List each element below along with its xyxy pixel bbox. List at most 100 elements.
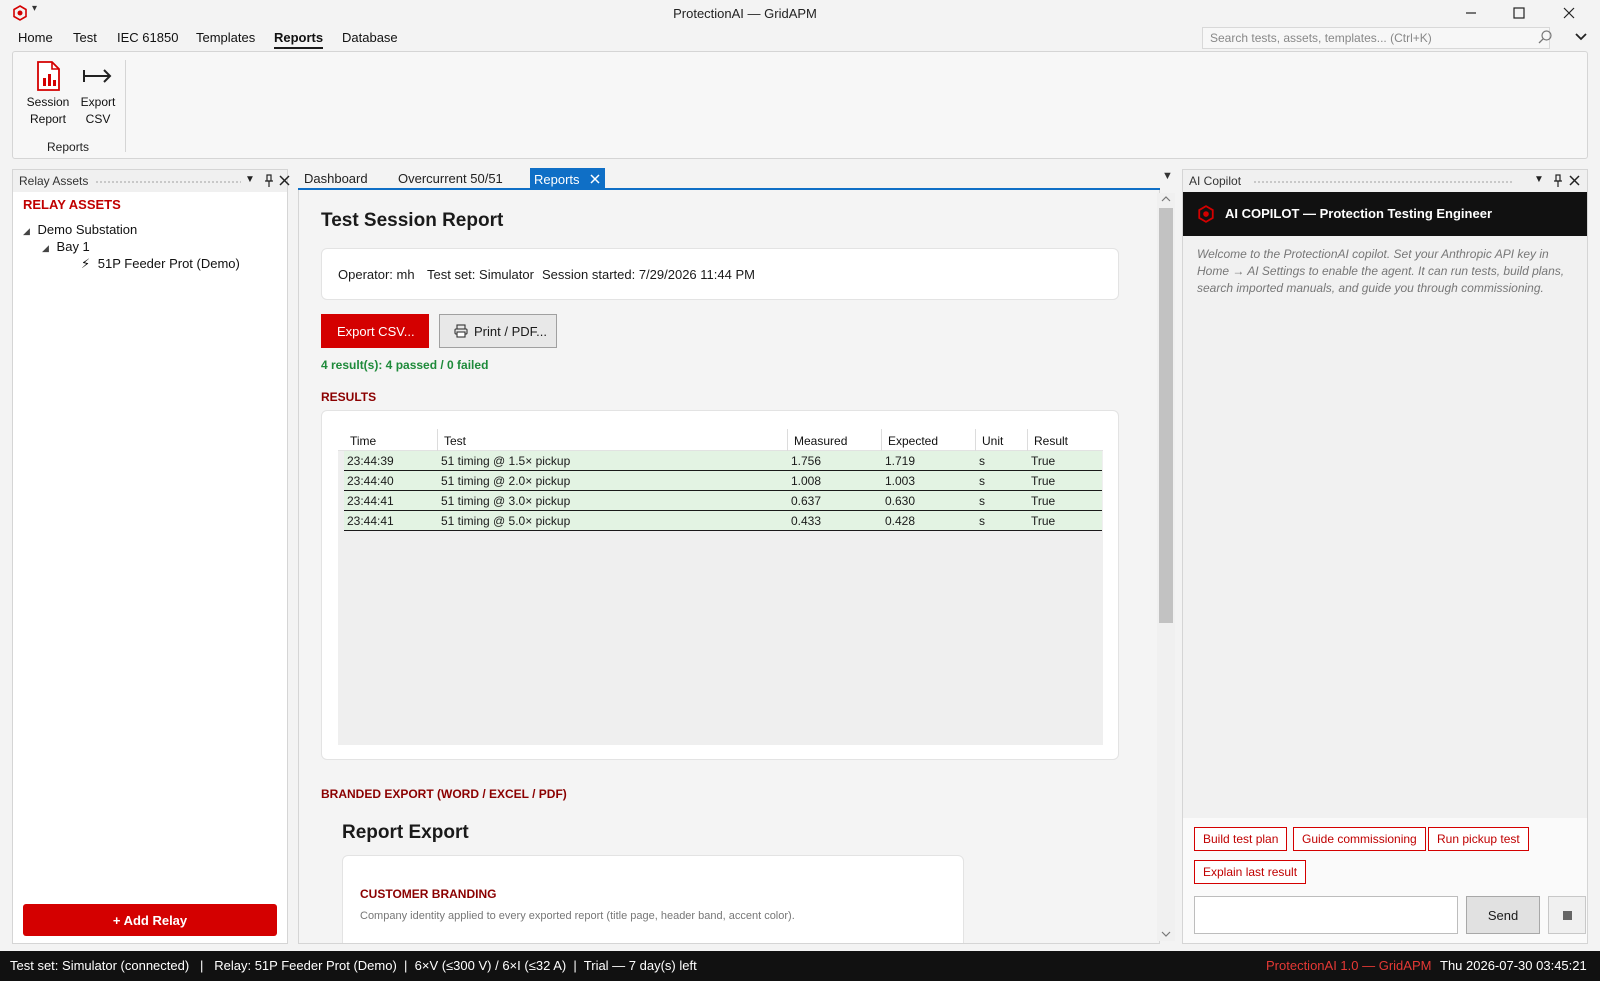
cell-result: True [1031,454,1056,468]
cell-expected: 0.630 [885,494,916,508]
menu-test[interactable]: Test [73,30,97,45]
cell-unit: s [979,494,985,508]
global-search-input[interactable]: Search tests, assets, templates... (Ctrl… [1202,27,1550,49]
menu-home[interactable]: Home [18,30,53,45]
col-test[interactable]: Test [438,429,788,451]
cell-measured: 0.637 [791,494,822,508]
ribbon: Session Report Export CSV Reports [12,51,1588,159]
tab-dashboard[interactable]: Dashboard [304,171,368,186]
cell-time: 23:44:41 [347,494,394,508]
close-window-button[interactable] [1546,0,1592,26]
cell-expected: 1.003 [885,474,916,488]
cell-unit: s [979,474,985,488]
tree-item-relay[interactable]: ⚡ 51P Feeder Prot (Demo) [81,256,240,272]
tab-reports[interactable]: Reports [530,168,605,190]
test-set-text: Test set: Simulator [427,267,534,282]
print-pdf-button[interactable]: Print / PDF... [439,314,557,348]
tree-item-bay[interactable]: ◢ Bay 1 [42,239,90,254]
session-report-label-2: Report [29,112,67,126]
expand-triangle-icon[interactable]: ◢ [42,243,49,253]
copilot-welcome-text: Welcome to the ProtectionAI copilot. Set… [1197,247,1565,295]
add-relay-button[interactable]: + Add Relay [23,904,277,936]
col-expected[interactable]: Expected [882,429,976,451]
customer-branding-description: Company identity applied to every export… [360,910,795,922]
minimize-icon [1466,12,1476,14]
send-button[interactable]: Send [1466,896,1540,934]
panel-grip[interactable] [95,180,241,184]
menu-iec-61850[interactable]: IEC 61850 [117,30,178,45]
minimize-button[interactable] [1448,0,1494,26]
substation-label: Demo Substation [37,222,138,237]
bolt-icon: ⚡ [81,256,91,271]
col-unit[interactable]: Unit [976,429,1028,451]
chip-guide-commissioning[interactable]: Guide commissioning [1293,827,1426,851]
cell-expected: 0.428 [885,514,916,528]
scrollbar-thumb[interactable] [1159,208,1173,623]
panel-grip[interactable] [1253,180,1513,184]
cell-result: True [1031,494,1056,508]
copilot-banner-title: AI COPILOT — Protection Testing Engineer [1225,206,1493,221]
maximize-button[interactable] [1496,0,1542,26]
menu-reports[interactable]: Reports [274,30,324,49]
grid-header: Time Test Measured Expected Unit Result [338,429,1103,451]
report-export-heading: Report Export [342,822,469,843]
cell-unit: s [979,454,985,468]
stop-button[interactable] [1548,896,1586,934]
scroll-down-icon[interactable] [1160,929,1172,939]
chip-build-test-plan[interactable]: Build test plan [1194,827,1288,851]
pin-icon[interactable] [1553,174,1563,188]
close-icon[interactable] [279,175,290,186]
chip-run-pickup-test[interactable]: Run pickup test [1428,827,1529,851]
cell-result: True [1031,514,1056,528]
panel-menu-icon[interactable]: ▼ [245,174,255,185]
cell-expected: 1.719 [885,454,916,468]
tree-item-substation[interactable]: ◢ Demo Substation [23,222,137,237]
cell-measured: 1.756 [791,454,822,468]
session-report-button[interactable]: Session Report [25,60,71,128]
search-icon[interactable] [1537,29,1553,45]
cell-test: 51 timing @ 2.0× pickup [441,474,571,488]
cell-test: 51 timing @ 5.0× pickup [441,514,571,528]
table-row[interactable]: 23:44:39 51 timing @ 1.5× pickup 1.756 1… [344,451,1102,471]
panel-menu-icon[interactable]: ▼ [1534,174,1544,185]
cell-time: 23:44:40 [347,474,394,488]
status-connection-info: Test set: Simulator (connected) | Relay:… [10,958,697,973]
expand-triangle-icon[interactable]: ◢ [23,226,30,236]
pin-icon[interactable] [264,174,274,188]
cell-result: True [1031,474,1056,488]
reports-content: Test Session Report Operator: mh Test se… [298,190,1160,944]
panel-title: Relay Assets [19,174,89,188]
col-measured[interactable]: Measured [788,429,882,451]
cell-test: 51 timing @ 1.5× pickup [441,454,571,468]
bay-label: Bay 1 [56,239,90,254]
menu-database[interactable]: Database [342,30,398,45]
customer-branding-heading: CUSTOMER BRANDING [360,887,497,901]
chevron-down-icon[interactable] [1574,31,1588,43]
col-time[interactable]: Time [344,429,438,451]
copilot-message-input[interactable] [1194,896,1458,934]
export-arrow-icon [83,69,112,83]
cell-time: 23:44:41 [347,514,394,528]
scroll-up-icon[interactable] [1160,194,1172,204]
table-row[interactable]: 23:44:40 51 timing @ 2.0× pickup 1.008 1… [344,471,1102,491]
table-row[interactable]: 23:44:41 51 timing @ 3.0× pickup 0.637 0… [344,491,1102,511]
close-icon[interactable] [1569,175,1580,186]
col-result[interactable]: Result [1028,429,1103,451]
tab-reports-label: Reports [534,172,580,187]
tab-overflow-icon[interactable]: ▼ [1162,170,1173,182]
results-grid[interactable]: Time Test Measured Expected Unit Result … [338,429,1103,745]
export-csv-ribbon-button[interactable]: Export CSV [75,60,121,128]
chip-explain-last-result[interactable]: Explain last result [1194,860,1307,884]
maximize-icon [1513,7,1525,19]
results-heading: RESULTS [321,390,377,404]
export-csv-button[interactable]: Export CSV... [321,314,429,348]
tab-overcurrent[interactable]: Overcurrent 50/51 [398,171,503,186]
relay-label: 51P Feeder Prot (Demo) [97,256,240,271]
status-clock: Thu 2026-07-30 03:45:21 [1440,958,1587,973]
stop-icon [1563,911,1572,920]
close-tab-icon[interactable] [590,174,600,184]
table-row[interactable]: 23:44:41 51 timing @ 5.0× pickup 0.433 0… [344,511,1102,531]
document-tabs: Dashboard Overcurrent 50/51 Reports [298,166,1180,190]
menu-templates[interactable]: Templates [196,30,255,45]
session-report-label-1: Session [26,95,70,109]
